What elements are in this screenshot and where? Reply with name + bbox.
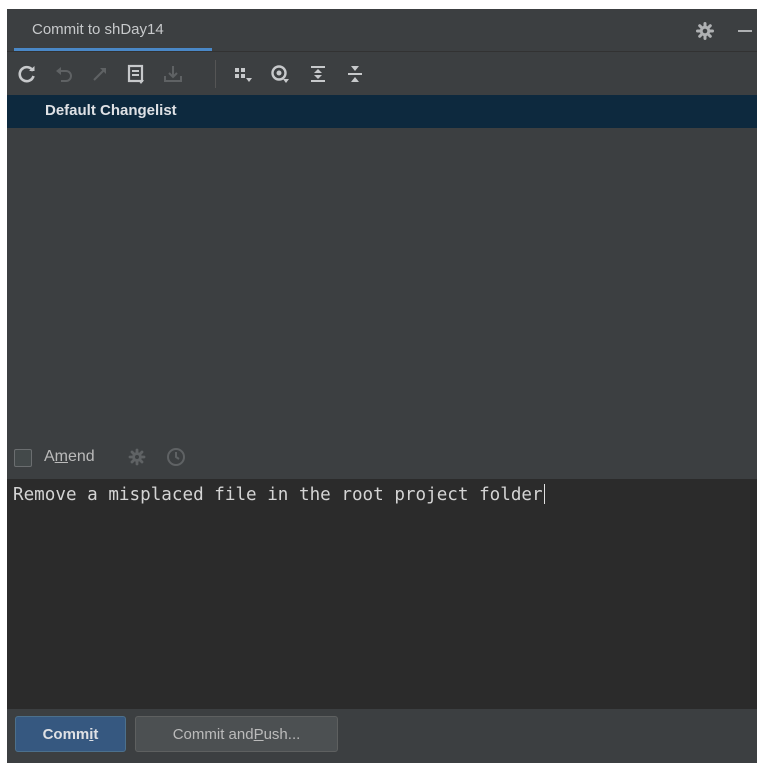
show-diff-icon[interactable] [125,63,147,85]
commit-button[interactable]: Comm i t [15,716,126,752]
minimize-icon[interactable] [735,21,755,41]
jump-to-source-icon[interactable] [89,63,111,85]
commit-history-clock-icon[interactable] [166,447,186,467]
commit-message-text[interactable]: Remove a misplaced file in the root proj… [13,484,545,505]
collapse-all-icon[interactable] [344,63,366,85]
rollback-icon[interactable] [53,63,75,85]
text-caret [543,484,545,504]
commit-toolbar [7,51,757,96]
view-options-eye-icon[interactable] [269,63,291,85]
changelist-label: Default Changelist [45,102,177,119]
settings-gear-icon[interactable] [695,21,715,41]
toolbar-separator [215,60,216,88]
changelist-row[interactable]: Default Changelist [7,95,757,128]
commit-message-editor[interactable]: Remove a misplaced file in the root proj… [7,479,757,709]
tab-commit[interactable]: Commit to shDay14 [14,9,212,51]
tab-title: Commit to shDay14 [32,21,164,38]
amend-label[interactable]: Amend [44,448,95,466]
group-by-icon[interactable] [232,63,254,85]
commit-and-push-button[interactable]: Commit and Push... [135,716,338,752]
tool-window-header: Commit to shDay14 [7,9,757,51]
amend-checkbox[interactable] [14,449,32,467]
amend-bar: Amend [7,443,757,479]
shelve-icon[interactable] [162,63,184,85]
commit-actions: Comm i t Commit and Push... [7,709,757,763]
commit-options-gear-icon[interactable] [127,447,147,467]
refresh-icon[interactable] [16,63,38,85]
commit-tool-window: Commit to shDay14 Default Changelist Ame… [7,9,757,763]
expand-all-icon[interactable] [307,63,329,85]
changes-tree[interactable]: Default Changelist [7,95,757,443]
